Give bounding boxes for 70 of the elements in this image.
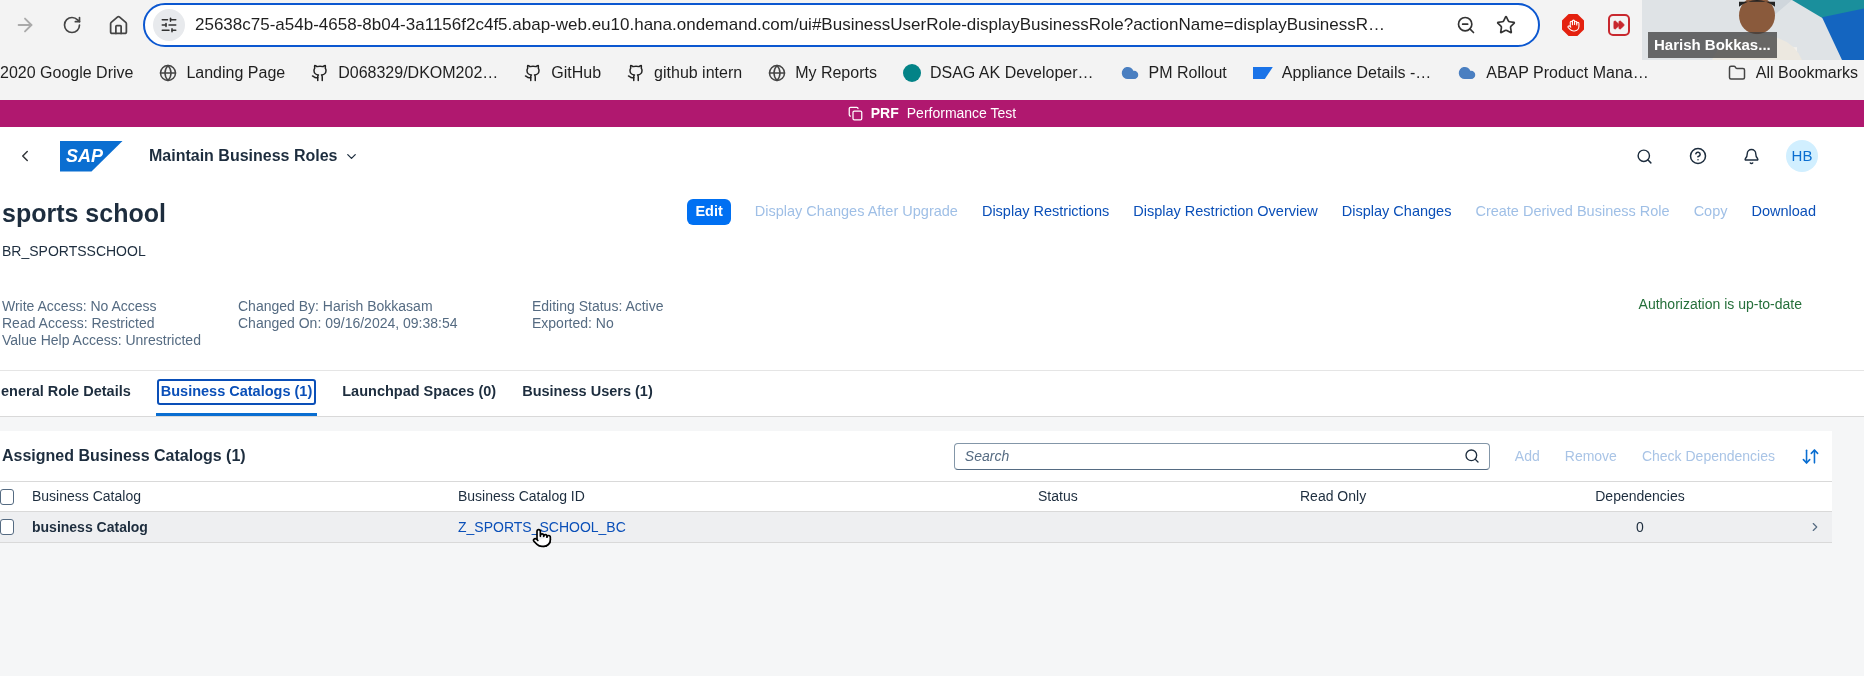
- fast-forward-icon[interactable]: [1608, 14, 1630, 36]
- tab[interactable]: eneral Role Details: [0, 371, 132, 416]
- info-text: Changed On: 09/16/2024, 09:38:54: [238, 314, 459, 332]
- search-icon[interactable]: [1463, 447, 1480, 464]
- column-header: Status: [1038, 487, 1079, 506]
- action-button[interactable]: Download: [1751, 201, 1816, 223]
- bookmark[interactable]: github intern: [627, 61, 743, 85]
- home-icon[interactable]: [108, 14, 129, 36]
- column-header: Read Only: [1300, 487, 1368, 506]
- search-icon[interactable]: [1636, 147, 1653, 165]
- checkbox[interactable]: [0, 519, 14, 535]
- role-id: BR_SPORTSSCHOOL: [2, 241, 147, 261]
- help-icon[interactable]: [1689, 147, 1707, 165]
- edit-button[interactable]: Edit: [687, 199, 731, 225]
- tab[interactable]: Business Users (1): [521, 371, 654, 416]
- bookmark[interactable]: PM Rollout: [1119, 61, 1227, 85]
- search-field[interactable]: Search: [953, 442, 1490, 470]
- system-label: Performance Test: [906, 104, 1017, 123]
- info-text: Write Access: No Access: [2, 297, 158, 315]
- table-cell-text: business Catalog: [32, 517, 149, 537]
- info-text: Exported: No: [532, 314, 615, 332]
- address-bar[interactable]: 25638c75-a54b-4658-8b04-3a1156f2c4f5.abap-web.eu10.hana.ondemand.com/ui#BusinessUserRole-displayBusinessRole?actionName=displayBusinessR…: [143, 3, 1540, 47]
- info-text: Editing Status: Active: [532, 297, 665, 315]
- system-id: PRF: [870, 104, 899, 123]
- action-button[interactable]: Display Changes: [1341, 201, 1452, 223]
- bookmark[interactable]: 2020 Google Drive: [0, 61, 134, 85]
- app-title-menu[interactable]: Maintain Business Roles: [149, 144, 359, 168]
- role-title: sports school: [2, 198, 166, 229]
- catalog-link[interactable]: Z_SPORTS_SCHOOL_BC: [458, 518, 626, 535]
- bookmark[interactable]: D068329/DKOM202…: [311, 61, 499, 85]
- zoom-icon[interactable]: [1456, 15, 1476, 35]
- folder-icon: [1727, 64, 1746, 82]
- avatar[interactable]: HB: [1786, 140, 1818, 172]
- bookmark[interactable]: Appliance Details -…: [1252, 61, 1432, 85]
- bookmark[interactable]: ABAP Product Mana…: [1457, 61, 1649, 85]
- section-title: Assigned Business Catalogs (1): [2, 446, 246, 466]
- action-button[interactable]: Display Restriction Overview: [1133, 201, 1318, 223]
- info-text: Read Access: Restricted: [2, 314, 156, 332]
- stop-hand-icon[interactable]: [1562, 14, 1584, 36]
- checkbox[interactable]: [0, 488, 14, 505]
- github-icon: [311, 64, 330, 82]
- star-icon[interactable]: [1496, 15, 1516, 35]
- bookmark[interactable]: GitHub: [524, 61, 602, 85]
- bookmark[interactable]: My Reports: [768, 61, 877, 85]
- bookmark[interactable]: DSAG AK Developer…: [902, 61, 1094, 85]
- github-icon: [627, 64, 646, 82]
- action-button[interactable]: Display Restrictions: [981, 201, 1110, 223]
- reload-icon[interactable]: [62, 15, 82, 35]
- url-text: 25638c75-a54b-4658-8b04-3a1156f2c4f5.abap-web.eu10.hana.ondemand.com/ui#BusinessUserRole-displayBusinessRole?actionName=displayBusinessR…: [195, 14, 1385, 37]
- authorization-status: Authorization is up-to-date: [1638, 294, 1802, 314]
- participant-name: Harish Bokkas...: [1648, 32, 1777, 58]
- site-info-icon[interactable]: [160, 16, 178, 34]
- sort-icon[interactable]: [1801, 446, 1820, 466]
- globe-icon: [159, 64, 178, 82]
- logo: SAP: [60, 140, 123, 172]
- column-header: Business Catalog: [32, 487, 142, 506]
- column-header: Dependencies: [1595, 487, 1685, 506]
- cloud-icon: [1457, 64, 1478, 82]
- github-icon: [524, 64, 543, 82]
- cloud-icon: [1119, 64, 1140, 82]
- bookmark[interactable]: Landing Page: [159, 61, 286, 85]
- notifications-icon[interactable]: [1743, 147, 1760, 165]
- tab[interactable]: Launchpad Spaces (0): [341, 371, 498, 416]
- globe-icon: [768, 64, 787, 82]
- info-text: Value Help Access: Unrestricted: [2, 331, 202, 349]
- column-header: Business Catalog ID: [458, 487, 586, 506]
- info-text: Changed By: Harish Bokkasam: [238, 297, 434, 315]
- system-icon: [847, 106, 863, 121]
- table-cell-text: 0: [1636, 517, 1644, 537]
- all-bookmarks-button[interactable]: All Bookmarks: [1727, 61, 1858, 85]
